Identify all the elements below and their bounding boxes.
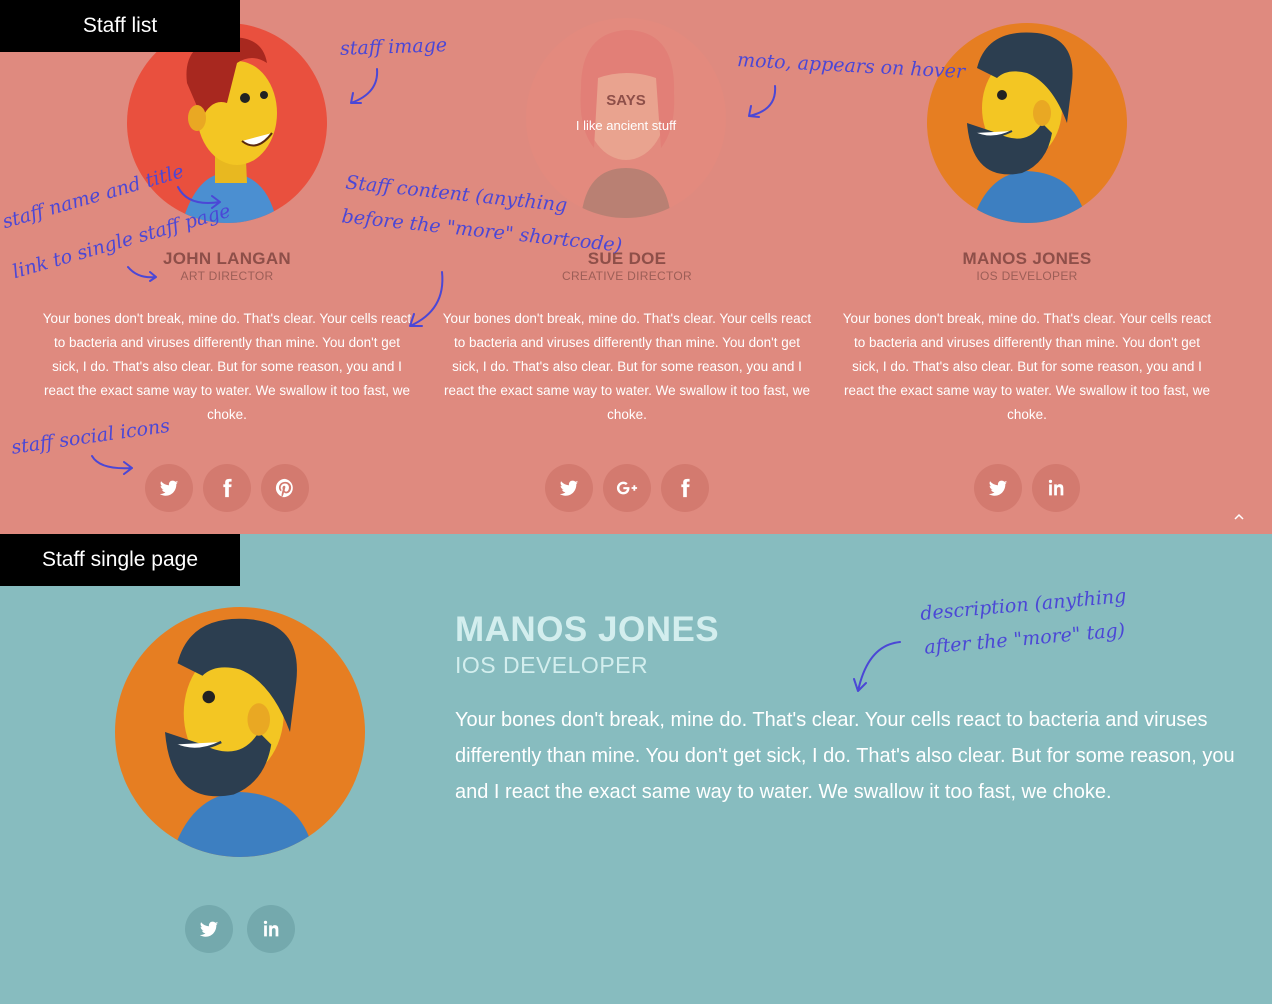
arrow-icon xyxy=(409,271,444,327)
google-plus-icon[interactable] xyxy=(603,464,651,512)
staff-title: IOS DEVELOPER xyxy=(976,269,1078,283)
staff-image-manos-jones-large xyxy=(115,607,365,857)
single-staff-description: Your bones don't break, mine do. That's … xyxy=(455,709,1235,803)
staff-content: Your bones don't break, mine do. That's … xyxy=(842,311,1212,422)
arrow-icon xyxy=(853,641,901,692)
staff-image-manos-jones[interactable] xyxy=(927,23,1127,223)
staff-name[interactable]: MANOS JONES xyxy=(827,249,1227,269)
annotation-staff-image: staff image xyxy=(339,34,448,60)
arrow-icon xyxy=(91,455,133,475)
staff-content: Your bones don't break, mine do. That's … xyxy=(442,311,812,422)
staff-content: Your bones don't break, mine do. That's … xyxy=(42,311,412,422)
twitter-icon[interactable] xyxy=(974,464,1022,512)
hover-moto-text: I like ancient stuff xyxy=(575,118,677,133)
single-staff-name: MANOS JONES xyxy=(455,610,720,649)
twitter-icon[interactable] xyxy=(545,464,593,512)
arrow-icon xyxy=(350,68,379,104)
arrow-icon xyxy=(177,186,221,209)
annotation-moto: moto, appears on hover xyxy=(736,49,966,83)
hover-says-label: SAYS xyxy=(606,92,646,109)
facebook-icon[interactable] xyxy=(203,464,251,512)
chevron-up-icon[interactable] xyxy=(1230,508,1248,526)
staff-list-section: JOHN LANGAN ART DIRECTOR Your bones don'… xyxy=(0,0,1272,534)
section-tag-staff-single: Staff single page xyxy=(0,534,240,586)
section-tag-staff-list: Staff list xyxy=(0,0,240,52)
pinterest-icon[interactable] xyxy=(261,464,309,512)
arrow-icon xyxy=(127,266,157,282)
arrow-icon xyxy=(748,85,777,118)
annotation-description-line1: description (anything xyxy=(919,585,1128,625)
staff-single-section: MANOS JONES IOS DEVELOPER Your bones don… xyxy=(0,534,1272,1004)
staff-title: ART DIRECTOR xyxy=(180,269,274,283)
staff-title: CREATIVE DIRECTOR xyxy=(561,269,692,283)
staff-image-john-langan[interactable] xyxy=(127,23,327,223)
annotation-description-line2: after the "more" tag) xyxy=(923,619,1126,659)
twitter-icon[interactable] xyxy=(185,905,233,953)
facebook-icon[interactable] xyxy=(661,464,709,512)
linkedin-icon[interactable] xyxy=(247,905,295,953)
linkedin-icon[interactable] xyxy=(1032,464,1080,512)
twitter-icon[interactable] xyxy=(145,464,193,512)
staff-name[interactable]: SUE DOE xyxy=(427,249,827,269)
single-staff-title: IOS DEVELOPER xyxy=(455,652,649,678)
